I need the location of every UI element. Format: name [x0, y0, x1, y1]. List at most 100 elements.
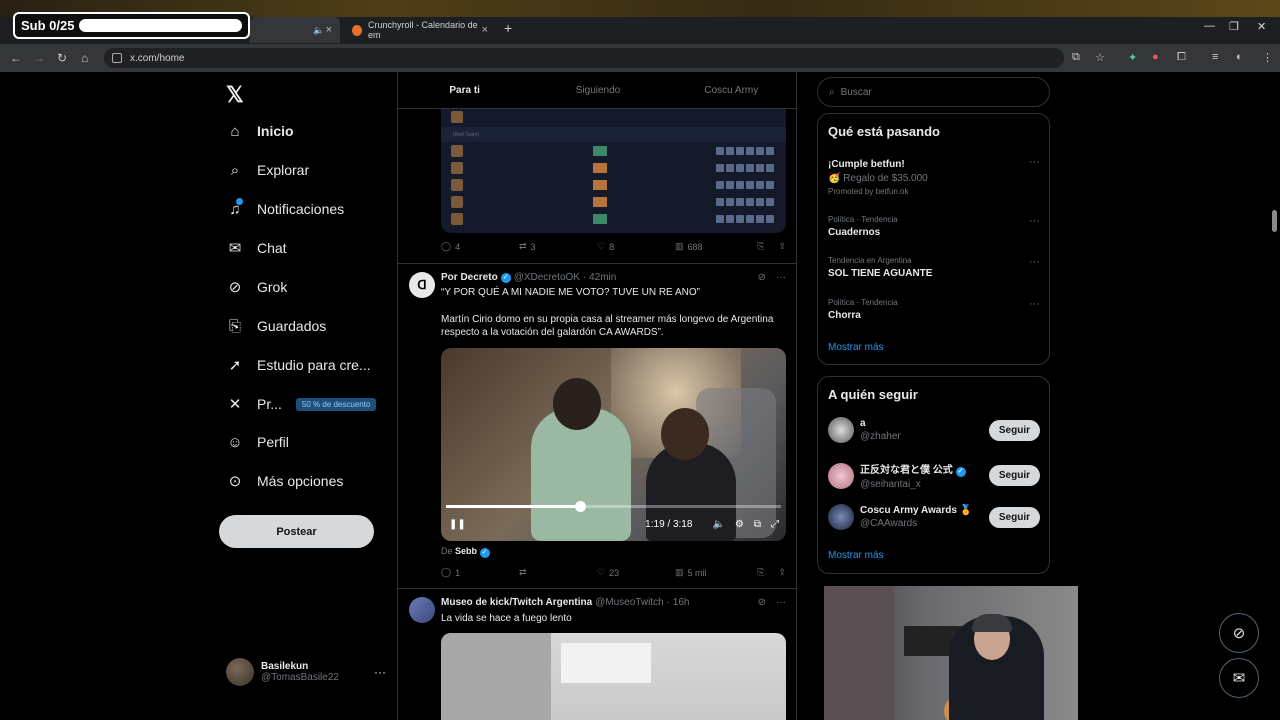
account-switcher[interactable]: Basilekun @TomasBasile22 ···	[226, 658, 386, 686]
url-field[interactable]: x.com/home	[104, 48, 1064, 68]
minimize-icon[interactable]: —	[1204, 20, 1215, 32]
follow-button[interactable]: Seguir	[988, 506, 1040, 528]
repost-button[interactable]: ⇄	[519, 567, 597, 578]
home-page-icon[interactable]: ⌂	[81, 51, 88, 65]
menu-kebab-icon[interactable]: ⋮	[1262, 51, 1273, 64]
repost-button[interactable]: ⇄ 3	[519, 241, 597, 252]
grok-fab-button[interactable]: ⊘	[1219, 613, 1259, 653]
avatar[interactable]: ᗡ	[409, 272, 435, 298]
video-progress-bar[interactable]	[446, 501, 781, 512]
extensions-puzzle-icon[interactable]: ⧠	[1177, 51, 1186, 64]
new-tab-button[interactable]: +	[504, 20, 512, 36]
maximize-icon[interactable]: ❐	[1229, 20, 1239, 33]
trend-item[interactable]: Política · Tendencia Chorra ···	[828, 298, 1040, 321]
more-icon[interactable]: ···	[776, 272, 786, 283]
tab-crunchyroll[interactable]: Crunchyroll - Calendario de em ×	[344, 17, 496, 43]
like-button[interactable]: ♡ 8	[597, 241, 675, 252]
tweet-time[interactable]: · 16h	[667, 597, 690, 608]
follow-suggestion[interactable]: a @zhaher Seguir	[828, 417, 1040, 443]
more-icon[interactable]: ···	[776, 597, 786, 608]
grok-icon[interactable]: ⊘	[758, 597, 766, 608]
trend-item[interactable]: ¡Cumple betfun! 🥳 Regalo de $35.000 Prom…	[828, 156, 1040, 196]
author-handle[interactable]: @MuseoTwitch	[595, 597, 664, 608]
settings-icon[interactable]: ⚙	[735, 519, 744, 530]
nav-item-inicio[interactable]: ⌂ Inicio	[226, 122, 293, 140]
close-window-icon[interactable]: ✕	[1257, 20, 1266, 33]
avatar[interactable]	[409, 597, 435, 623]
video-frame	[553, 378, 601, 430]
tab-x-home[interactable]: 🔈 ×	[250, 17, 340, 43]
nav-item-chat[interactable]: ✉ Chat	[226, 239, 287, 257]
more-icon[interactable]: ···	[1029, 256, 1040, 268]
site-info-icon[interactable]	[112, 53, 122, 63]
views-button[interactable]: ▥ 688	[675, 241, 753, 252]
show-more-trends-link[interactable]: Mostrar más	[828, 342, 884, 353]
profile-icon[interactable]: ◐	[1236, 51, 1243, 63]
grok-icon[interactable]: ⊘	[758, 272, 766, 283]
back-icon[interactable]: ←	[10, 51, 22, 65]
pause-icon[interactable]: ❚❚	[449, 519, 466, 530]
tab-siguiendo[interactable]: Siguiendo	[531, 72, 664, 108]
search-input[interactable]: ⌕ Buscar	[817, 77, 1050, 107]
close-tab-icon[interactable]: ×	[326, 24, 332, 36]
close-tab-icon[interactable]: ×	[482, 24, 488, 36]
messages-fab-button[interactable]: ✉	[1219, 658, 1259, 698]
volume-icon[interactable]: 🔈	[712, 519, 724, 530]
more-icon[interactable]: ···	[374, 665, 386, 679]
reload-icon[interactable]: ↻	[57, 51, 67, 65]
tweet-text: “Y POR QUÉ A MI NADIE ME VOTO? TUVE UN R…	[441, 287, 700, 298]
trend-item[interactable]: Tendencia en Argentina SOL TIENE AGUANTE…	[828, 256, 1040, 279]
share-icon[interactable]: ⇪	[778, 241, 786, 252]
author-handle[interactable]: @XDecretoOK	[514, 272, 580, 283]
follow-button[interactable]: Seguir	[988, 419, 1040, 441]
extension-icon[interactable]: ●	[1152, 51, 1159, 63]
reply-button[interactable]: ◯ 1	[441, 567, 519, 578]
share-icon[interactable]: ⇪	[778, 567, 786, 578]
more-icon[interactable]: ···	[1029, 215, 1040, 227]
nav-item-premium[interactable]: ✕ Pr... 50 % de descuento	[226, 395, 377, 413]
show-more-follow-link[interactable]: Mostrar más	[828, 550, 884, 561]
tweet-image-scoreboard[interactable]: (Red Team)	[441, 107, 786, 233]
views-button[interactable]: ▥ 5 mil	[675, 567, 753, 578]
url-text: x.com/home	[130, 52, 185, 64]
source-name[interactable]: Sebb	[455, 546, 477, 556]
media-icon[interactable]: ≡	[1212, 51, 1218, 63]
trend-item[interactable]: Política · Tendencia Cuadernos ···	[828, 215, 1040, 238]
author-name[interactable]: Museo de kick/Twitch Argentina	[441, 597, 592, 608]
nav-item-mas-opciones[interactable]: ⊙ Más opciones	[226, 472, 344, 490]
follow-suggestion[interactable]: Coscu Army Awards 🏅 @CAAwards Seguir	[828, 504, 1040, 530]
page-scrollbar[interactable]	[1272, 210, 1277, 232]
tweet-time[interactable]: · 42min	[583, 272, 616, 283]
post-button[interactable]: Postear	[219, 515, 374, 548]
more-icon[interactable]: ···	[1029, 298, 1040, 310]
tab-para-ti[interactable]: Para ti	[398, 72, 531, 108]
star-icon[interactable]: ☆	[1095, 51, 1105, 64]
extension-icon[interactable]: ✦	[1128, 51, 1137, 64]
timeline-tabs: Para ti Siguiendo Coscu Army	[398, 72, 796, 109]
like-button[interactable]: ♡ 23	[597, 567, 675, 578]
fullscreen-icon[interactable]: ⤢	[771, 519, 779, 530]
nav-item-grok[interactable]: ⊘ Grok	[226, 278, 288, 296]
video-time: 1:19 / 3:18	[645, 519, 693, 530]
pip-icon[interactable]: ⧉	[754, 519, 761, 530]
author-name[interactable]: Por Decreto	[441, 272, 498, 283]
x-logo-icon[interactable]: 𝕏	[226, 82, 244, 108]
tweet-image[interactable]	[441, 633, 786, 720]
more-icon[interactable]: ···	[1029, 156, 1040, 168]
forward-icon[interactable]: →	[33, 51, 45, 65]
follow-suggestion[interactable]: 正反対な君と僕 公式 ✓ @seihantai_x Seguir	[828, 461, 1040, 490]
nav-label: Guardados	[257, 318, 327, 334]
install-icon[interactable]: ⧉	[1072, 51, 1080, 64]
follow-button[interactable]: Seguir	[988, 465, 1040, 486]
nav-item-explorar[interactable]: ⌕ Explorar	[226, 161, 309, 179]
nav-item-guardados[interactable]: ⎘ Guardados	[226, 317, 326, 335]
bookmark-icon[interactable]: ⎘	[757, 241, 764, 252]
video-player[interactable]: ❚❚ 1:19 / 3:18 🔈 ⚙ ⧉ ⤢	[441, 348, 786, 541]
video-scrubber[interactable]	[575, 501, 586, 512]
nav-item-estudio[interactable]: ➚ Estudio para cre...	[226, 356, 371, 374]
nav-item-notificaciones[interactable]: ♫ Notificaciones	[226, 198, 344, 218]
bookmark-icon[interactable]: ⎘	[757, 567, 764, 578]
nav-item-perfil[interactable]: ☺ Perfil	[226, 433, 289, 451]
reply-button[interactable]: ◯ 4	[441, 241, 519, 252]
tab-coscu-army[interactable]: Coscu Army	[665, 72, 796, 108]
